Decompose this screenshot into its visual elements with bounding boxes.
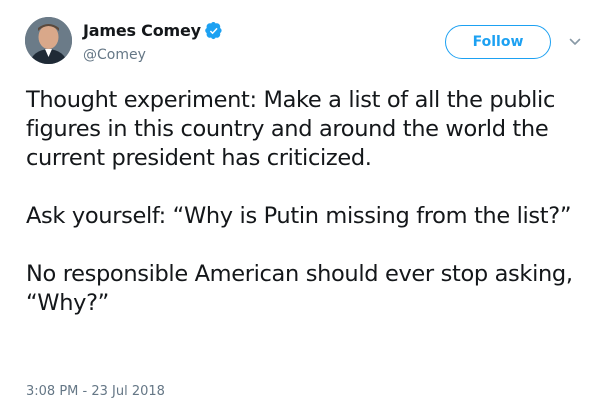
tweet-text: Thought experiment: Make a list of all t…	[26, 86, 596, 318]
avatar[interactable]	[25, 17, 72, 64]
author-name-row: James Comey	[83, 21, 223, 40]
author-handle[interactable]: @Comey	[83, 47, 146, 63]
follow-button[interactable]: Follow	[445, 25, 551, 59]
author-display-name[interactable]: James Comey	[83, 21, 201, 40]
verified-badge-icon	[205, 21, 223, 40]
tweet-paragraph: Thought experiment: Make a list of all t…	[26, 87, 555, 171]
tweet-paragraph: No responsible American should ever stop…	[26, 261, 573, 316]
tweet-timestamp[interactable]: 3:08 PM - 23 Jul 2018	[26, 384, 165, 399]
chevron-down-icon[interactable]	[568, 35, 582, 49]
tweet-paragraph: Ask yourself: “Why is Putin missing from…	[26, 203, 572, 229]
avatar-image	[25, 17, 72, 64]
